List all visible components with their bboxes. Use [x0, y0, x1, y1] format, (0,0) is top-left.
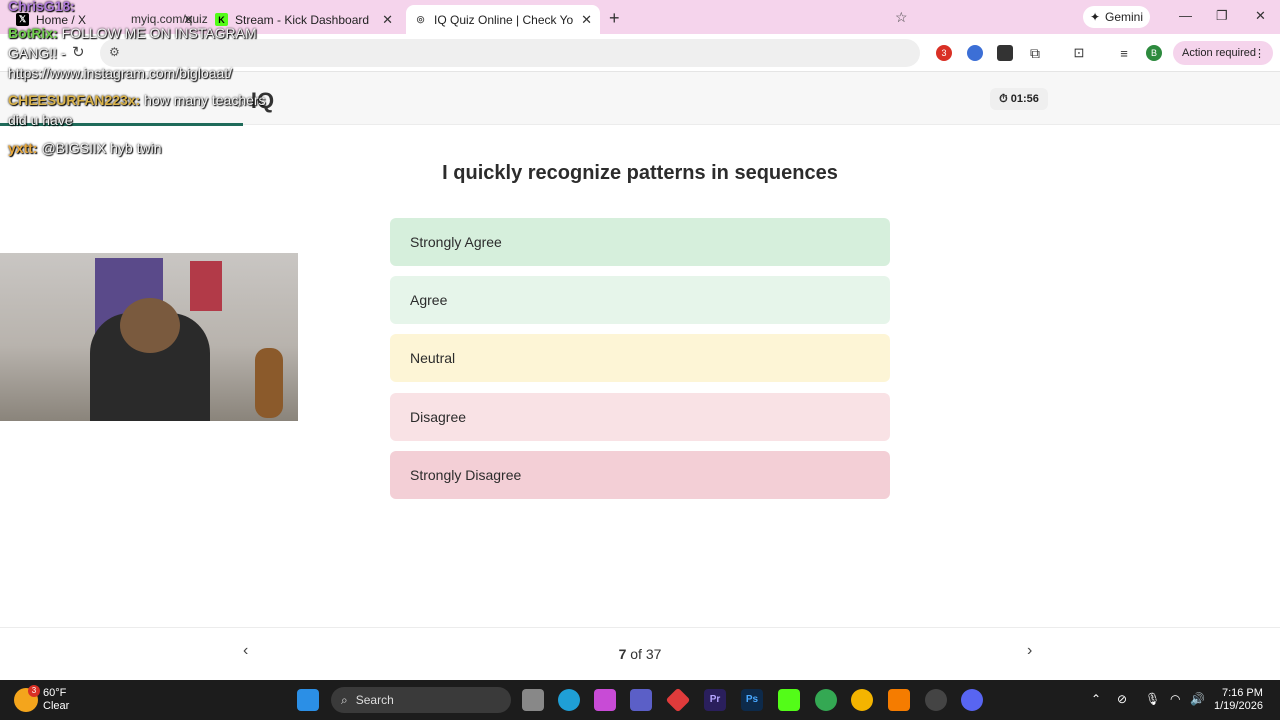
tab-title: IQ Quiz Online | Check Your IQ	[434, 12, 574, 27]
tab-search-icon[interactable]: ⊡	[1071, 45, 1087, 61]
option-disagree[interactable]: Disagree	[390, 393, 890, 441]
url-text[interactable]: myiq.com/quiz	[131, 12, 208, 26]
weather-desc: Clear	[43, 700, 70, 712]
task-view-icon[interactable]	[522, 689, 544, 711]
tray-app-icon[interactable]: ⊘	[1117, 692, 1127, 706]
bookmark-star-icon[interactable]: ☆	[895, 9, 908, 26]
chat-message: GANG!! -	[8, 45, 66, 61]
tray-chevron-icon[interactable]: ⌃	[1091, 692, 1101, 706]
chat-line: BotRix: FOLLOW ME ON INSTAGRAM	[8, 25, 257, 41]
chat-username: CHEESURFAN223x:	[8, 92, 141, 108]
microphone-icon[interactable]: 🎙	[1145, 692, 1160, 706]
chat-line: did u have	[8, 112, 73, 128]
close-window-icon[interactable]: ✕	[1255, 8, 1266, 24]
address-box[interactable]	[100, 39, 920, 67]
windows-start-icon[interactable]	[297, 689, 319, 711]
gemini-button[interactable]: ✦ Gemini	[1083, 6, 1150, 28]
globe-icon: ◎	[416, 14, 425, 24]
premiere-pro-icon[interactable]: Pr	[704, 689, 726, 711]
obs-icon[interactable]	[925, 689, 947, 711]
streamer-head	[120, 298, 180, 353]
chat-line: ChrisG18:	[8, 0, 75, 14]
option-strongly-agree[interactable]: Strongly Agree	[390, 218, 890, 266]
reload-icon[interactable]: ↻	[72, 43, 85, 61]
next-question-icon[interactable]: ›	[1027, 642, 1032, 660]
timer-value: 01:56	[1010, 93, 1039, 105]
teams-icon[interactable]	[630, 689, 652, 711]
chat-username: ChrisG18:	[8, 0, 75, 14]
chat-message: @BIGSIIX hyb twin	[41, 140, 162, 156]
webcam-overlay	[0, 253, 298, 421]
volume-icon[interactable]: 🔊	[1190, 692, 1205, 706]
new-tab-icon[interactable]: +	[609, 8, 620, 29]
system-clock[interactable]: 7:16 PM 1/19/2026	[1214, 687, 1263, 713]
option-label: Strongly Agree	[410, 234, 502, 250]
extension-dark-icon[interactable]	[997, 45, 1013, 61]
weather-temp: 60°F	[43, 687, 67, 699]
chat-line: https://www.instagram.com/bigloaat/	[8, 65, 232, 81]
quiz-timer: ⏱ 01:56	[990, 88, 1048, 110]
tab-iq-quiz[interactable]: ◎ IQ Quiz Online | Check Your IQ ✕	[406, 5, 600, 34]
guitar-image	[255, 348, 283, 418]
question-counter: 7 of 37	[0, 646, 1280, 662]
chat-message: https://www.instagram.com/bigloaat/	[8, 65, 233, 81]
chrome-icon[interactable]	[851, 689, 873, 711]
chat-message: did u have	[8, 112, 73, 128]
close-tab-icon[interactable]: ✕	[382, 12, 393, 28]
counter-total: 37	[645, 646, 662, 662]
profile-initial: B	[1150, 48, 1157, 58]
gemini-label: Gemini	[1105, 10, 1144, 24]
option-label: Neutral	[410, 350, 456, 366]
option-label: Disagree	[410, 409, 467, 425]
extensions-puzzle-icon[interactable]: ⧉	[1027, 45, 1043, 61]
option-strongly-disagree[interactable]: Strongly Disagree	[390, 451, 890, 499]
stopwatch-icon: ⏱	[999, 92, 1008, 105]
taskbar-search[interactable]: ⌕ Search	[331, 687, 511, 713]
minimize-icon[interactable]: —	[1179, 8, 1192, 23]
chat-line: yxtt: @BIGSIIX hyb twin	[8, 140, 162, 156]
profile-avatar[interactable]: B	[1146, 45, 1162, 61]
counter-separator: of	[630, 646, 642, 662]
edge-icon[interactable]	[558, 689, 580, 711]
site-settings-icon[interactable]: ⚙	[109, 45, 120, 59]
action-required-label: Action required	[1182, 47, 1256, 59]
discord-icon[interactable]	[961, 689, 983, 711]
kick-app-icon[interactable]	[778, 689, 800, 711]
weather-badge: 3	[28, 685, 40, 697]
extension-badge: 3	[941, 48, 947, 58]
wifi-icon[interactable]: ◠	[1170, 692, 1180, 706]
extension-blue-icon[interactable]	[967, 45, 983, 61]
search-icon: ⌕	[341, 692, 348, 707]
action-required-button[interactable]: Action required ⋮	[1173, 41, 1273, 65]
counter-current: 7	[618, 646, 627, 662]
option-label: Strongly Disagree	[410, 467, 522, 483]
restore-icon[interactable]: ❐	[1216, 8, 1228, 24]
poster-image	[190, 261, 222, 311]
search-label: Search	[355, 693, 394, 707]
copilot-icon[interactable]	[594, 689, 616, 711]
chat-line: GANG!! -	[8, 45, 66, 61]
question-text: I quickly recognize patterns in sequence…	[442, 162, 838, 184]
chat-username: BotRix:	[8, 25, 58, 41]
chat-message: FOLLOW ME ON INSTAGRAM	[61, 25, 257, 41]
option-label: Agree	[410, 292, 448, 308]
chat-line: CHEESURFAN223x: how many teachers	[8, 92, 266, 108]
extension-adblock-icon[interactable]: 3	[936, 45, 952, 61]
chat-username: yxtt:	[8, 140, 38, 156]
more-menu-icon[interactable]: ⋮	[1254, 47, 1265, 60]
app-orange-icon[interactable]	[888, 689, 910, 711]
close-tab-icon[interactable]: ✕	[581, 12, 592, 28]
option-neutral[interactable]: Neutral	[390, 334, 890, 382]
sparkle-icon: ✦	[1089, 10, 1101, 24]
weather-widget[interactable]: 60°F Clear	[43, 687, 69, 713]
chat-message: how many teachers	[144, 92, 266, 108]
clock-time: 7:16 PM	[1221, 687, 1263, 699]
clock-date: 1/19/2026	[1214, 700, 1263, 712]
media-control-icon[interactable]: ≡	[1116, 45, 1132, 61]
photoshop-icon[interactable]: Ps	[741, 689, 763, 711]
chrome-profile-icon[interactable]	[815, 689, 837, 711]
option-agree[interactable]: Agree	[390, 276, 890, 324]
